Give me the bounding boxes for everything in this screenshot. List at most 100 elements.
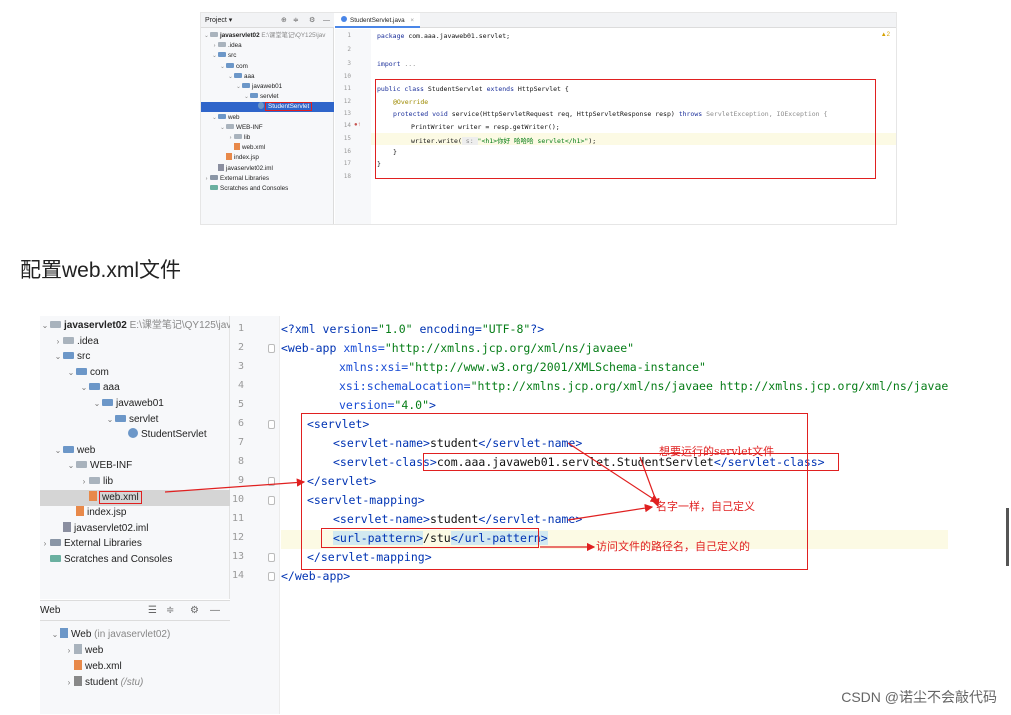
chevron-down-icon[interactable]: ⌄ xyxy=(211,51,218,61)
collapse-icon[interactable]: ≑ xyxy=(293,13,299,28)
line-number: 12 xyxy=(343,98,351,105)
editor-tab-bar: StudentServlet.java × xyxy=(335,13,896,28)
java-class-icon xyxy=(258,102,264,110)
file-icon xyxy=(226,153,232,161)
line-number: 18 xyxy=(343,173,351,180)
java-file-icon xyxy=(341,16,347,22)
tree-item-label: StudentServlet xyxy=(264,102,313,112)
tree-item-label: web xyxy=(228,113,240,121)
line-gutter: 1 2 3 10 11 12 13 14 15 16 17 18 ●↑ xyxy=(335,29,371,224)
folder-icon xyxy=(218,113,226,119)
tree-item-javaservlet02-iml[interactable]: javaservlet02.iml xyxy=(201,163,334,174)
file-icon xyxy=(234,143,240,151)
chevron-right-icon[interactable]: › xyxy=(203,174,210,184)
tree-item-src[interactable]: ⌄ src xyxy=(201,51,334,61)
top-ide-screenshot: Project ▾ ⊕ ≑ ⚙ — ⌄ javaservlet02 E:\课堂笔记… xyxy=(200,12,897,225)
minimize-icon[interactable]: — xyxy=(323,13,330,28)
folder-icon xyxy=(250,93,258,99)
arrow-webxml xyxy=(164,478,306,493)
section-caption: 配置web.xml文件 xyxy=(20,259,182,282)
tree-item-label: web.xml xyxy=(242,144,266,152)
tree-item-label: aaa xyxy=(244,72,255,80)
code-line-import: import ... xyxy=(377,60,417,68)
arrow-servlet-name xyxy=(567,442,660,503)
line-number: 15 xyxy=(343,135,351,142)
scratches-icon xyxy=(210,185,218,190)
line-number: 13 xyxy=(343,110,351,117)
tab-studentservlet-java[interactable]: StudentServlet.java × xyxy=(335,13,421,28)
module-file-icon xyxy=(218,163,224,171)
gear-icon[interactable]: ⚙ xyxy=(309,13,315,28)
tree-item-web[interactable]: ⌄ web xyxy=(201,113,334,123)
chevron-down-icon[interactable]: ⌄ xyxy=(219,62,226,72)
chevron-down-icon[interactable]: ⌄ xyxy=(219,123,226,133)
tree-item-label: lib xyxy=(244,134,251,141)
target-icon[interactable]: ⊕ xyxy=(281,13,287,28)
tree-item-path: E:\课堂笔记\QY125\jav xyxy=(259,32,326,39)
java-editor: StudentServlet.java × 1 2 3 10 11 12 13 14 15 16 1… xyxy=(335,13,896,224)
tree-item-studentservlet[interactable]: StudentServlet xyxy=(201,102,334,113)
library-icon xyxy=(210,174,218,180)
tree-item-lib[interactable]: › lib xyxy=(201,133,334,143)
line-number: 2 xyxy=(347,46,351,53)
chevron-down-icon[interactable]: ⌄ xyxy=(227,72,234,82)
line-number: 10 xyxy=(343,73,351,80)
line-number: 11 xyxy=(343,85,351,92)
tree-item-label: com xyxy=(236,62,248,70)
tree-item-label: External Libraries xyxy=(220,174,269,182)
tree-item-javaweb01[interactable]: ⌄ javaweb01 xyxy=(201,82,334,92)
folder-icon xyxy=(210,32,218,37)
tree-item-label: javaservlet02 xyxy=(220,32,260,39)
warning-indicator[interactable]: ▲2 xyxy=(881,32,890,38)
tree-item-label: .idea xyxy=(228,42,242,50)
arrow-servlet-class xyxy=(639,456,660,508)
folder-icon xyxy=(242,83,250,88)
tree-item-label: javaweb01 xyxy=(252,83,283,90)
override-gutter-icon[interactable]: ●↑ xyxy=(354,122,361,128)
tree-item-index-jsp[interactable]: index.jsp xyxy=(201,153,334,163)
tree-item-aaa[interactable]: ⌄ aaa xyxy=(201,72,334,82)
tree-item-label: javaservlet02.iml xyxy=(226,164,273,172)
tree-item-servlet[interactable]: ⌄ servlet xyxy=(201,92,334,102)
folder-icon xyxy=(218,42,226,48)
project-toolbar: Project ▾ ⊕ ≑ ⚙ — xyxy=(201,13,334,28)
line-number: 14 xyxy=(343,122,351,129)
tree-item-label: Scratches and Consoles xyxy=(220,185,289,192)
tree-item-javaservlet02[interactable]: ⌄ javaservlet02 E:\课堂笔记\QY125\jav xyxy=(201,31,334,41)
chevron-down-icon[interactable]: ⌄ xyxy=(211,113,218,123)
code-line-package: package com.aaa.javaweb01.servlet; xyxy=(377,32,511,40)
page-scrollbar[interactable] xyxy=(1006,508,1009,566)
chevron-down-icon[interactable]: ⌄ xyxy=(203,31,210,41)
folder-icon xyxy=(234,134,242,139)
folder-icon xyxy=(234,72,242,78)
chevron-down-icon[interactable]: ⌄ xyxy=(235,82,242,92)
tree-item-com[interactable]: ⌄ com xyxy=(201,62,334,72)
class-highlight-box xyxy=(375,79,876,179)
tree-item-label: index.jsp xyxy=(234,154,259,162)
tree-item-external-libraries[interactable]: › External Libraries xyxy=(201,174,334,184)
tree-item-web-inf[interactable]: ⌄ WEB-INF xyxy=(201,123,334,133)
folder-icon xyxy=(226,123,234,129)
annotation-arrows xyxy=(164,442,660,552)
tree-item-label: servlet xyxy=(260,93,279,101)
close-icon[interactable]: × xyxy=(410,17,414,24)
chevron-down-icon[interactable]: ⌄ xyxy=(243,92,250,102)
line-number: 3 xyxy=(347,60,351,67)
folder-icon xyxy=(226,62,234,68)
project-tool-window: Project ▾ ⊕ ≑ ⚙ — ⌄ javaservlet02 E:\课堂笔记… xyxy=(201,13,334,224)
tree-item-scratches-and-consoles[interactable]: Scratches and Consoles xyxy=(201,184,334,194)
arrow-mapping-name xyxy=(567,503,654,521)
line-number: 16 xyxy=(343,148,351,155)
chevron-right-icon[interactable]: › xyxy=(211,41,218,51)
project-view-selector[interactable]: Project ▾ xyxy=(205,13,232,28)
chevron-right-icon[interactable]: › xyxy=(227,133,234,143)
tree-item-label: src xyxy=(228,52,237,60)
line-number: 1 xyxy=(347,32,351,39)
tree-item-idea[interactable]: › .idea xyxy=(201,41,334,51)
line-number: 17 xyxy=(343,160,351,167)
watermark: CSDN @诺尘不会敲代码 xyxy=(841,689,997,705)
bottom-ide-screenshot: ⌄ javaservlet02 E:\课堂笔记\QY125\jav › .idea ⌄ s… xyxy=(40,316,948,714)
tree-item-label: WEB-INF xyxy=(236,123,263,131)
tree-item-web-xml[interactable]: web.xml xyxy=(201,143,334,153)
folder-icon xyxy=(218,52,226,58)
